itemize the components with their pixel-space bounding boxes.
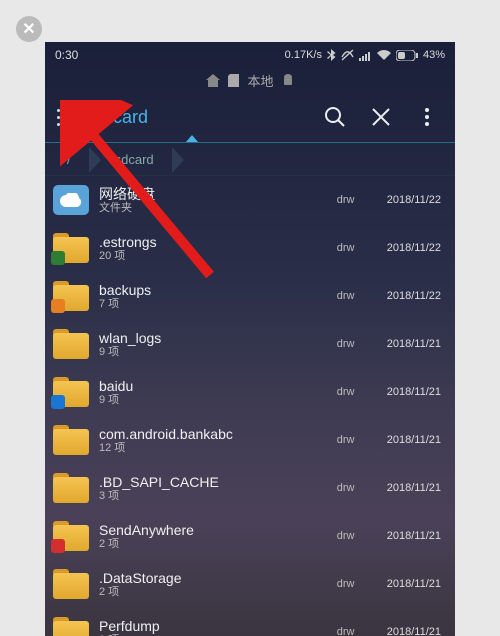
item-date: 2018/11/22 [387,290,441,302]
status-time: 0:30 [55,48,78,62]
list-item[interactable]: Perfdump 0 项 drw 2018/11/21 [45,608,455,636]
status-right: 0.17K/s 43% [285,49,445,61]
item-perm: drw [337,194,377,206]
item-main: wlan_logs 9 项 [99,330,327,359]
signal-icon [359,50,372,61]
list-item[interactable]: com.android.bankabc 12 项 drw 2018/11/21 [45,416,455,464]
close-icon[interactable] [365,101,397,133]
item-perm: drw [337,386,377,398]
tab-sdcard[interactable]: sdcard [94,107,148,128]
folder-icon [53,233,89,263]
item-perm: drw [337,434,377,446]
item-main: .estrongs 20 项 [99,234,327,263]
item-sub: 3 项 [99,490,327,503]
list-item[interactable]: baidu 9 项 drw 2018/11/21 [45,368,455,416]
phone-frame: 0:30 0.17K/s 43% 本地 sdcard [45,42,455,636]
item-date: 2018/11/21 [387,482,441,494]
item-perm: drw [337,530,377,542]
item-sub: 12 项 [99,442,327,455]
breadcrumb: / sdcard [45,142,455,176]
folder-icon [53,569,89,599]
item-main: .DataStorage 2 项 [99,570,327,599]
item-name: .DataStorage [99,570,327,586]
menu-list-icon[interactable] [57,109,80,126]
item-perm: drw [337,578,377,590]
list-item[interactable]: backups 7 项 drw 2018/11/22 [45,272,455,320]
item-perm: drw [337,338,377,350]
item-sub: 9 项 [99,346,327,359]
item-main: .BD_SAPI_CACHE 3 项 [99,474,327,503]
list-item[interactable]: SendAnywhere 2 项 drw 2018/11/21 [45,512,455,560]
item-date: 2018/11/21 [387,386,441,398]
search-icon[interactable] [319,101,351,133]
item-sub: 7 项 [99,298,327,311]
item-main: backups 7 项 [99,282,327,311]
item-date: 2018/11/21 [387,338,441,350]
item-perm: drw [337,242,377,254]
item-sub: 20 项 [99,250,327,263]
item-sub: 文件夹 [99,202,327,215]
cloud-icon [53,185,89,215]
sdcard-header-icon [228,74,239,87]
item-name: Perfdump [99,618,327,634]
item-name: baidu [99,378,327,394]
page-close-icon[interactable]: ✕ [16,16,42,42]
more-icon[interactable] [411,101,443,133]
item-perm: drw [337,290,377,302]
item-name: SendAnywhere [99,522,327,538]
item-date: 2018/11/21 [387,626,441,636]
item-perm: drw [337,626,377,636]
item-date: 2018/11/21 [387,434,441,446]
mute-icon [341,49,354,61]
title-label: 本地 [247,71,273,90]
folder-icon [53,425,89,455]
item-name: com.android.bankabc [99,426,327,442]
item-sub: 2 项 [99,586,327,599]
item-name: 网络硬盘 [99,186,327,202]
item-main: Perfdump 0 项 [99,618,327,636]
item-date: 2018/11/21 [387,530,441,542]
file-list[interactable]: 网络硬盘 文件夹 drw 2018/11/22 .estrongs 20 项 d… [45,176,455,636]
list-item[interactable]: .estrongs 20 项 drw 2018/11/22 [45,224,455,272]
folder-icon [53,521,89,551]
breadcrumb-root[interactable]: / [45,143,93,175]
wifi-icon [377,50,391,61]
list-item[interactable]: 网络硬盘 文件夹 drw 2018/11/22 [45,176,455,224]
toolbar: sdcard [45,92,455,142]
folder-icon [53,377,89,407]
item-name: backups [99,282,327,298]
status-battery: 43% [423,49,445,61]
item-main: com.android.bankabc 12 项 [99,426,327,455]
bluetooth-icon [327,49,336,61]
item-sub: 2 项 [99,538,327,551]
item-main: baidu 9 项 [99,378,327,407]
folder-icon [53,617,89,636]
item-name: .BD_SAPI_CACHE [99,474,327,490]
item-date: 2018/11/21 [387,578,441,590]
item-name: wlan_logs [99,330,327,346]
tab-label-text: sdcard [94,107,148,127]
android-icon [282,74,294,87]
list-item[interactable]: .DataStorage 2 项 drw 2018/11/21 [45,560,455,608]
folder-icon [53,281,89,311]
folder-icon [53,329,89,359]
item-main: 网络硬盘 文件夹 [99,186,327,215]
status-bar: 0:30 0.17K/s 43% [45,42,455,68]
home-icon [206,74,220,87]
list-item[interactable]: .BD_SAPI_CACHE 3 项 drw 2018/11/21 [45,464,455,512]
item-sub: 9 项 [99,394,327,407]
item-date: 2018/11/22 [387,242,441,254]
item-main: SendAnywhere 2 项 [99,522,327,551]
breadcrumb-current[interactable]: sdcard [93,143,176,175]
item-perm: drw [337,482,377,494]
title-strip: 本地 [45,68,455,92]
list-item[interactable]: wlan_logs 9 项 drw 2018/11/21 [45,320,455,368]
status-netspeed: 0.17K/s [285,49,322,61]
item-date: 2018/11/22 [387,194,441,206]
folder-icon [53,473,89,503]
battery-icon [396,50,418,61]
item-name: .estrongs [99,234,327,250]
tab-active-caret [186,135,198,142]
